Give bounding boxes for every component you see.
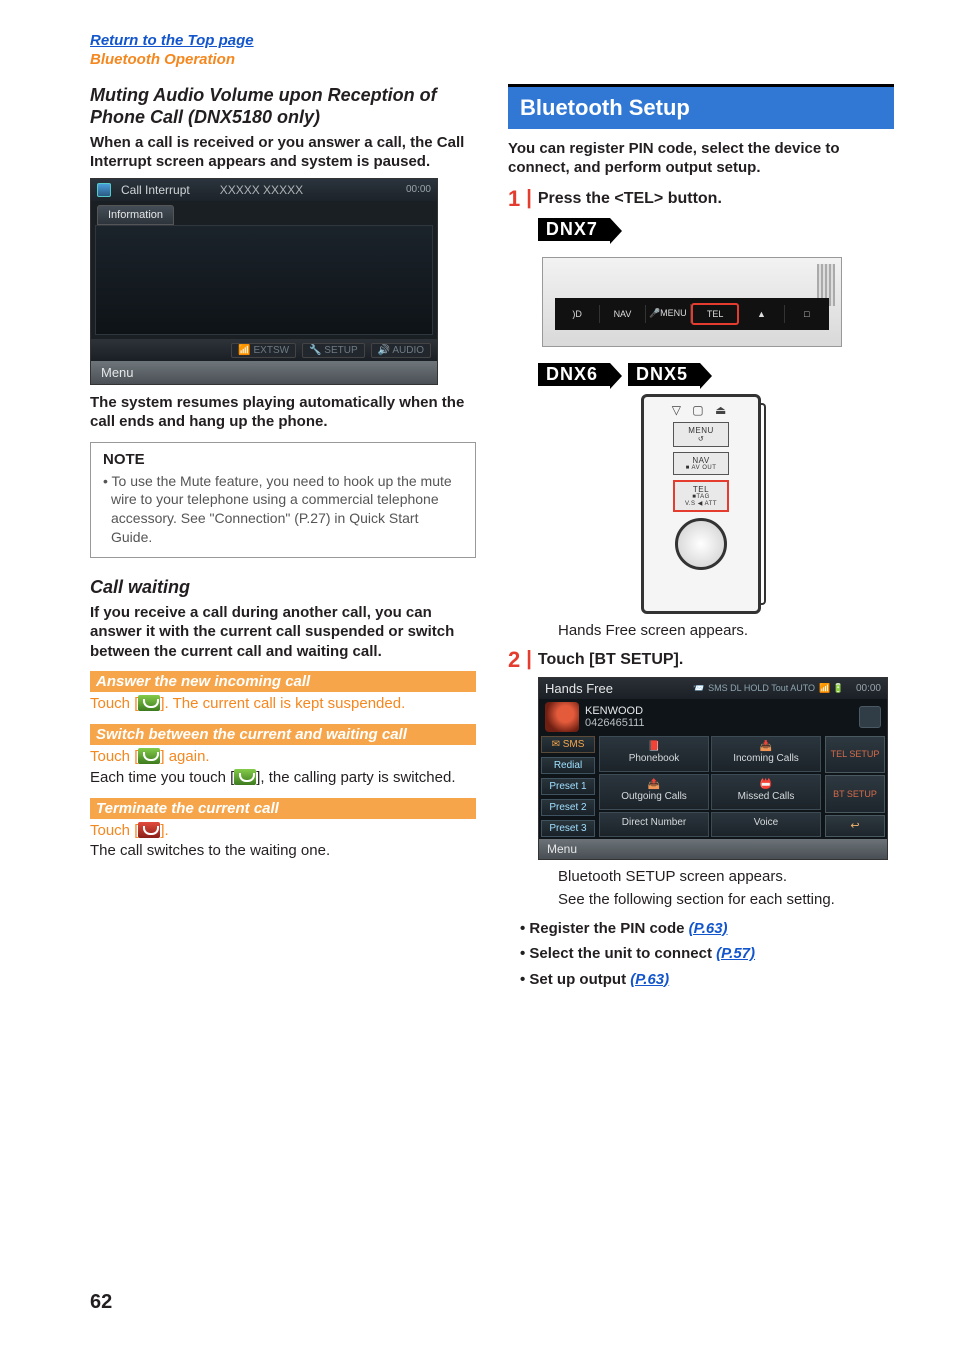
left-column: Muting Audio Volume upon Reception of Ph… [90,84,476,993]
return-link[interactable]: Return to the Top page [90,32,254,49]
vert-top-icons: ▽ ▢ ⏏ [650,403,752,417]
hf-outgoing-btn[interactable]: 📤Outgoing Calls [599,774,709,810]
hf-phonebook-btn[interactable]: 📕Phonebook [599,736,709,772]
answer-header: Answer the new incoming call [90,671,476,692]
terminate-header: Terminate the current call [90,798,476,819]
panel-cell-nav: NAV [600,305,645,323]
screenshot-clock: 00:00 [406,184,431,195]
answer-icon [138,695,160,711]
hf-sms-btn[interactable]: ✉ SMS [541,736,595,753]
switch-header: Switch between the current and waiting c… [90,724,476,745]
panel-cell-menu: 🎤MENU [646,304,691,323]
call-waiting-heading: Call waiting [90,576,476,599]
hf-back-btn[interactable]: ↩ [825,815,885,837]
answer-body: Touch []. The current call is kept suspe… [90,694,476,714]
step-2-caption-2: See the following section for each setti… [558,891,894,908]
link-p63-a[interactable]: (P.63) [689,920,728,937]
bluetooth-setup-heading: Bluetooth Setup [508,84,894,129]
hf-voice-btn[interactable]: Voice [711,812,821,836]
dnx7-badge: DNX7 [538,218,610,241]
hf-preset3-btn[interactable]: Preset 3 [541,820,595,837]
hf-direct-btn[interactable]: Direct Number [599,812,709,836]
vert-menu-btn: MENU ↺ [673,422,729,447]
step-2-caption-1: Bluetooth SETUP screen appears. [558,868,894,885]
note-box: NOTE • To use the Mute feature, you need… [90,442,476,559]
hf-preset1-btn[interactable]: Preset 1 [541,778,595,795]
screenshot-subtitle: XXXXX XXXXX [220,183,303,197]
step-2-number: 2 [508,649,520,671]
hf-preset2-btn[interactable]: Preset 2 [541,799,595,816]
note-body: • To use the Mute feature, you need to h… [103,472,463,548]
bottom-btn-setup: 🔧 SETUP [302,343,365,358]
bottom-btn-audio: 🔊 AUDIO [371,343,431,358]
dnx6-badge: DNX6 [538,363,610,386]
screenshot-tab: Information [97,205,174,225]
hands-free-screenshot: Hands Free 📨 SMS DL HOLD Tout AUTO 📶 🔋 0… [538,677,888,860]
step-2: 2 | Touch [BT SETUP]. [508,649,894,671]
step-1-number: 1 [508,188,520,210]
page-number: 62 [90,1291,112,1314]
link-p57[interactable]: (P.57) [716,945,755,962]
hf-device-name: KENWOOD [585,705,645,717]
call-waiting-intro: If you receive a call during another cal… [90,603,476,662]
hf-clock: 00:00 [856,683,881,694]
screenshot-title: Call Interrupt [121,183,190,197]
hf-tel-setup-btn[interactable]: TEL SETUP [825,736,885,774]
panel-cell-tel[interactable]: TEL [691,303,739,325]
step-1-caption: Hands Free screen appears. [558,622,894,639]
switch-body: Touch [] again. Each time you touch [], … [90,747,476,788]
hf-bt-setup-btn[interactable]: BT SETUP [825,775,885,813]
hf-incoming-btn[interactable]: 📥Incoming Calls [711,736,821,772]
bottom-btn-extsw: 📶 EXTSW [231,343,296,358]
vert-tel-btn[interactable]: TEL ■TAG V.S ◀ ATT [673,480,729,512]
muting-intro: When a call is received or you answer a … [90,133,476,172]
bullet-list: • Register the PIN code (P.63) • Select … [520,916,894,993]
hf-missed-btn[interactable]: 📛Missed Calls [711,774,821,810]
dnx7-panel: )D NAV 🎤MENU TEL ▲ □ [542,257,842,347]
hf-menu: Menu [539,839,887,859]
hf-redial-btn[interactable]: Redial [541,757,595,774]
section-label: Bluetooth Operation [90,51,235,68]
page: Return to the Top page Bluetooth Operati… [0,0,954,1032]
screenshot-menu: Menu [91,361,437,384]
note-title: NOTE [103,451,463,468]
vert-nav-btn: NAV ■ AV OUT [673,452,729,475]
signal-icon [545,702,579,732]
terminate-body: Touch []. The call switches to the waiti… [90,821,476,862]
muting-heading: Muting Audio Volume upon Reception of Ph… [90,84,476,129]
bullet-select: • Select the unit to connect (P.57) [520,941,894,967]
answer-icon [138,748,160,764]
hangup-icon [138,822,160,838]
dnx6-5-panel: ▽ ▢ ⏏ MENU ↺ NAV ■ AV OUT TEL ■TAG V.S ◀… [641,394,761,614]
right-column: Bluetooth Setup You can register PIN cod… [508,84,894,993]
bullet-output: • Set up output (P.63) [520,967,894,993]
dnx5-badge: DNX5 [628,363,700,386]
panel-cell-eject: ▲ [739,305,784,323]
call-interrupt-screenshot: Call Interrupt XXXXX XXXXX 00:00 Informa… [90,178,438,385]
link-p63-b[interactable]: (P.63) [630,971,669,988]
panel-cell-disp: □ [785,305,829,323]
step-1: 1 | Press the <TEL> button. DNX7 [508,188,894,249]
hf-top-icons: 📨 SMS DL HOLD Tout AUTO 📶 🔋 [693,683,844,694]
header-links: Return to the Top page Bluetooth Operati… [90,32,894,70]
resume-text: The system resumes playing automatically… [90,393,476,432]
phone-icon [97,183,111,197]
hf-title: Hands Free [545,681,613,696]
volume-knob-icon [675,518,727,570]
panel-cell-d: )D [555,305,600,323]
hf-number: 0426465111 [585,717,645,729]
answer-icon [234,769,256,785]
step-2-text: Touch [BT SETUP]. [538,651,683,669]
bullet-register: • Register the PIN code (P.63) [520,916,894,942]
step-1-text: Press the <TEL> button. [538,190,722,208]
bluetooth-icon [859,706,881,728]
bluetooth-setup-intro: You can register PIN code, select the de… [508,139,894,178]
